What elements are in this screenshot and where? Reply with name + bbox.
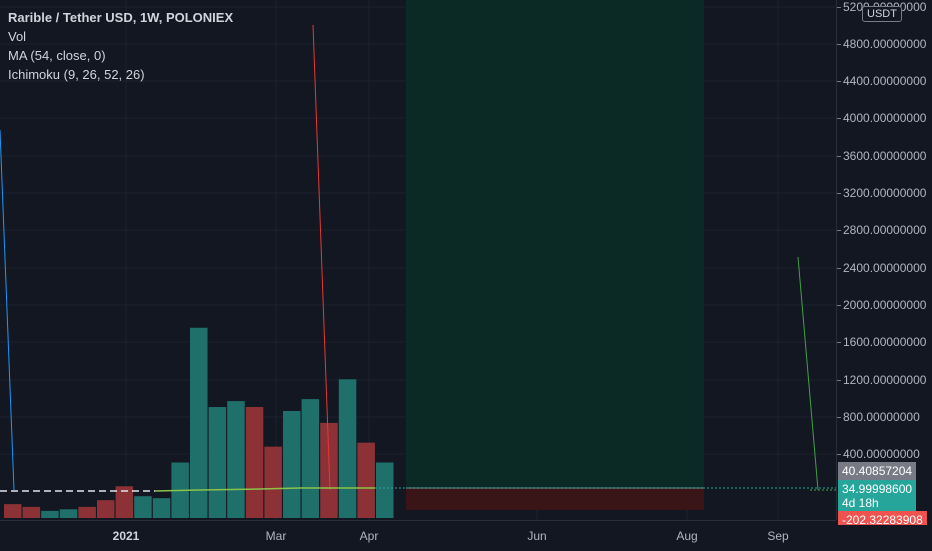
price-tick-label: 4000.00000000 [843,111,927,125]
price-tick-mark [837,417,841,418]
price-tick-label: 2400.00000000 [843,261,927,275]
price-tick-label: 2000.00000000 [843,298,927,312]
currency-badge[interactable]: USDT [862,6,902,22]
volume-bar [208,407,227,518]
time-tick-label: 2021 [112,529,140,543]
time-axis[interactable]: 2021 Mar Apr Jun Aug Sep [0,520,836,551]
volume-bar [283,410,301,518]
chart-area[interactable]: Rarible / Tether USD, 1W, POLONIEX Vol M… [0,0,836,520]
volume-bar [245,407,264,518]
bar-countdown: 4d 18h [842,496,879,510]
price-tick-label: 1200.00000000 [843,373,927,387]
volume-bar [97,500,115,518]
volume-bar [59,509,78,518]
price-tick-mark [837,7,841,8]
legend-ma[interactable]: MA (54, close, 0) [8,46,233,65]
time-tick-label: Jun [527,529,547,543]
volume-bar [22,506,41,518]
price-axis[interactable]: 5200.000000004800.000000004400.000000004… [836,0,932,520]
price-tick-mark [837,118,841,119]
ichimoku-blue-line [0,129,15,491]
price-tick-mark [837,81,841,82]
volume-bar [376,462,394,518]
price-tick-label: 3600.00000000 [843,149,927,163]
price-label-last: 34.99998600 4d 18h [838,480,917,513]
volume-bar [301,399,320,518]
price-tick-label: 3200.00000000 [843,186,927,200]
price-label-lower: -202.32283908 [838,511,927,525]
price-tick-mark [837,230,841,231]
price-tick-mark [837,305,841,306]
ichimoku-cloud-red [406,488,704,510]
volume-bar [4,504,22,518]
ichimoku-green-line [797,256,819,491]
volume-bar [264,446,282,518]
symbol-title[interactable]: Rarible / Tether USD, 1W, POLONIEX [8,8,233,27]
price-label-upper: 40.40857204 [838,462,917,480]
price-tick-label: 400.00000000 [843,447,920,461]
price-tick-label: 1600.00000000 [843,335,927,349]
price-tick-mark [837,44,841,45]
time-tick-label: Sep [767,529,789,543]
legend-vol[interactable]: Vol [8,27,233,46]
time-tick-label: Mar [265,529,287,543]
price-tick-mark [837,268,841,269]
time-tick-label: Apr [359,529,379,543]
price-tick-mark [837,454,841,455]
price-tick-label: 4400.00000000 [843,74,927,88]
volume-bar [78,506,96,518]
volume-bar [338,379,357,518]
ichimoku-cloud-green [406,0,704,488]
last-price-value: 34.99998600 [842,482,913,496]
chart-legend: Rarible / Tether USD, 1W, POLONIEX Vol M… [8,8,233,84]
volume-bar [357,442,375,518]
price-tick-mark [837,156,841,157]
volume-bar [134,496,152,518]
price-tick-mark [837,193,841,194]
volume-bar [152,498,171,518]
volume-bar [227,401,245,518]
price-tick-label: 2800.00000000 [843,223,927,237]
time-tick-label: Aug [676,529,698,543]
price-tick-label: 4800.00000000 [843,37,927,51]
legend-ichimoku[interactable]: Ichimoku (9, 26, 52, 26) [8,65,233,84]
price-tick-label: 800.00000000 [843,410,920,424]
price-tick-mark [837,380,841,381]
volume-bar [41,510,59,518]
price-tick-mark [837,342,841,343]
